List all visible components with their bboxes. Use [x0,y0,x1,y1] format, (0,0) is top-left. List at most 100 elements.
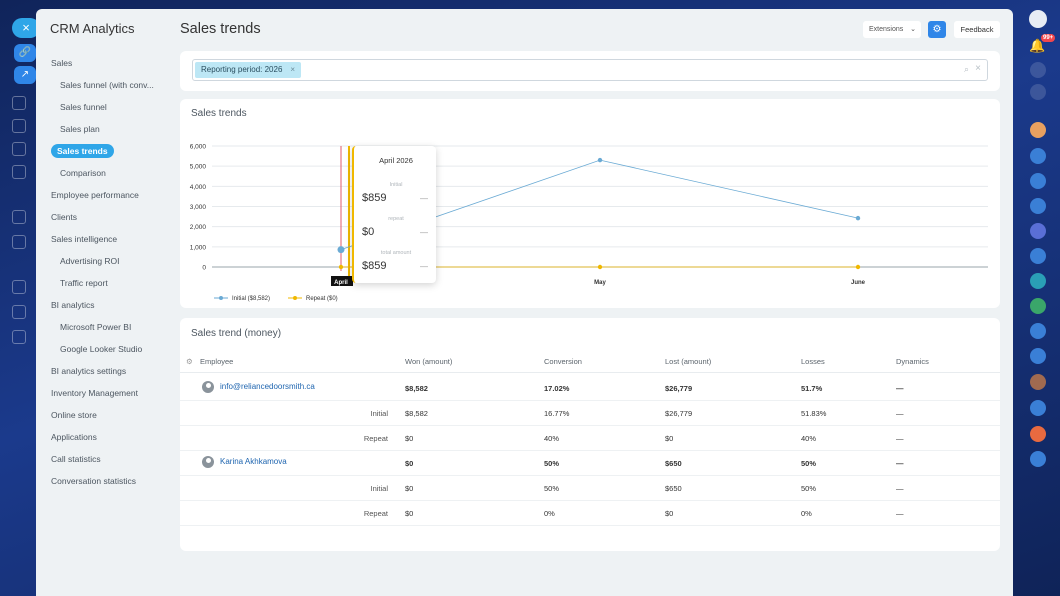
extensions-label: Extensions [869,26,904,33]
sidebar-item[interactable]: BI analytics settings [36,360,170,382]
sidebar-item-label: Employee performance [51,190,139,200]
sidebar-item[interactable]: Sales [36,52,170,74]
legend-label: Repeat ($0) [306,296,338,302]
sidebar-item-label: Online store [51,410,97,420]
clear-icon[interactable]: × [975,63,981,74]
app-icon[interactable] [1030,426,1046,442]
sidebar-item-label: Sales [51,58,73,68]
employee-link[interactable]: info@reliancedoorsmith.ca [202,381,315,393]
table-row: Initial $0 50% $650 50% — [180,476,1000,501]
column-settings-icon[interactable]: ⚙ [186,357,193,366]
tooltip-repeat-value: $0 [362,226,375,238]
menu-icon [12,305,26,319]
sidebar-item[interactable]: BI analytics [36,294,170,316]
sidebar-item[interactable]: Inventory Management [36,382,170,404]
contact-avatar[interactable] [1030,273,1046,289]
menu-icon [12,210,26,224]
mail-icon[interactable] [1030,248,1046,264]
chip-remove-icon[interactable]: × [290,65,295,74]
x-tick-label: April [334,280,348,286]
sidebar-item[interactable]: Microsoft Power BI [36,316,170,338]
column-header[interactable]: Losses [801,357,825,366]
video-icon[interactable] [1030,323,1046,339]
calendar-icon[interactable] [1030,148,1046,164]
cell-dyn: — [896,484,904,493]
row-sublabel: Repeat [363,434,388,443]
sidebar-item[interactable]: Conversation statistics [36,470,170,492]
app-icon[interactable] [1030,223,1046,239]
search-icon[interactable]: ⌕ [964,64,969,75]
sidebar-item[interactable]: Comparison [36,162,170,184]
column-header[interactable]: Conversion [544,357,582,366]
settings-button[interactable]: ⚙ [928,21,946,38]
cell-conv: 17.02% [544,384,570,393]
cell-won: $8,582 [405,409,428,418]
cell-dyn: — [896,509,904,518]
sidebar-item[interactable]: Advertising ROI [36,250,170,272]
sidebar-item[interactable]: Sales funnel [36,96,170,118]
sidebar-item[interactable]: Traffic report [36,272,170,294]
cell-won: $0 [405,459,414,468]
cell-losses: 50% [801,459,817,468]
extensions-button[interactable]: Extensions ⌄ [863,21,921,38]
video-icon[interactable] [1030,198,1046,214]
sidebar-item[interactable]: Call statistics [36,448,170,470]
app-icon[interactable] [1030,451,1046,467]
y-tick-label: 1,000 [190,244,207,251]
contact-avatar[interactable] [1030,374,1046,390]
filter-chip-label: Reporting period: 2026 [201,65,283,74]
search-icon[interactable] [1030,84,1046,100]
sidebar-item-label: Applications [51,432,97,442]
contact-avatar[interactable] [1030,298,1046,314]
user-icon [202,381,214,393]
sidebar-item-label: Google Looker Studio [60,344,143,354]
data-point [855,215,861,221]
table-row: Repeat $0 40% $0 40% — [180,426,1000,451]
sidebar-item-label: BI analytics settings [51,366,127,376]
sidebar-item[interactable]: Google Looker Studio [36,338,170,360]
calendar-icon[interactable] [1030,173,1046,189]
contact-avatar[interactable] [1030,122,1046,138]
table-row: Repeat $0 0% $0 0% — [180,501,1000,526]
sidebar-item[interactable]: Clients [36,206,170,228]
column-header[interactable]: Employee [200,357,233,366]
sidebar-item[interactable]: Sales funnel (with conv... [36,74,170,96]
cell-conv: 40% [544,434,560,443]
sidebar-item-label: Sales intelligence [51,234,118,244]
app-icon[interactable] [1030,400,1046,416]
link-icon[interactable]: 🔗 [14,44,36,62]
menu-icon [12,142,26,156]
sidebar-item[interactable]: Sales trends [36,140,170,162]
sales-trend-chart: 6,000 5,000 4,000 3,000 2,000 1,000 0 April May J… [190,144,988,302]
sidebar-item-label: BI analytics [51,300,95,310]
cell-dyn: — [896,459,904,468]
tooltip-initial-label: Initial [389,182,403,188]
sidebar-item[interactable]: Employee performance [36,184,170,206]
user-avatar[interactable] [1029,10,1047,28]
sidebar-item[interactable]: Sales plan [36,118,170,140]
column-header[interactable]: Dynamics [896,357,929,366]
filter-chip[interactable]: Reporting period: 2026 × [195,62,302,78]
column-header[interactable]: Lost (amount) [665,357,711,366]
gear-icon: ⚙ [932,24,942,35]
chat-icon[interactable] [1030,62,1046,78]
sidebar-item[interactable]: Sales intelligence [36,228,170,250]
table-card: Sales trend (money) ⚙ Employee Won (amou… [180,318,1000,551]
filter-input[interactable]: Reporting period: 2026 × ⌕ × [192,59,988,81]
y-tick-label: 2,000 [190,224,207,231]
y-tick-label: 0 [202,265,206,272]
legend-label: Initial ($8,582) [232,296,270,302]
sidebar-item[interactable]: Applications [36,426,170,448]
employee-name: Karina Akhkamova [220,457,287,467]
video-icon[interactable] [1030,348,1046,364]
row-sublabel: Initial [370,409,388,418]
data-point [337,246,345,254]
sidebar-item-label: Sales plan [60,124,100,134]
column-header[interactable]: Won (amount) [405,357,452,366]
open-new-window-icon[interactable]: ↗ [14,66,36,84]
sidebar-item[interactable]: Online store [36,404,170,426]
feedback-button[interactable]: Feedback [954,21,1000,38]
cell-lost: $650 [665,484,682,493]
chart-card: Sales trends 6,000 5,000 4,000 3,000 2,000 1,… [180,99,1000,308]
employee-link[interactable]: Karina Akhkamova [202,456,287,468]
